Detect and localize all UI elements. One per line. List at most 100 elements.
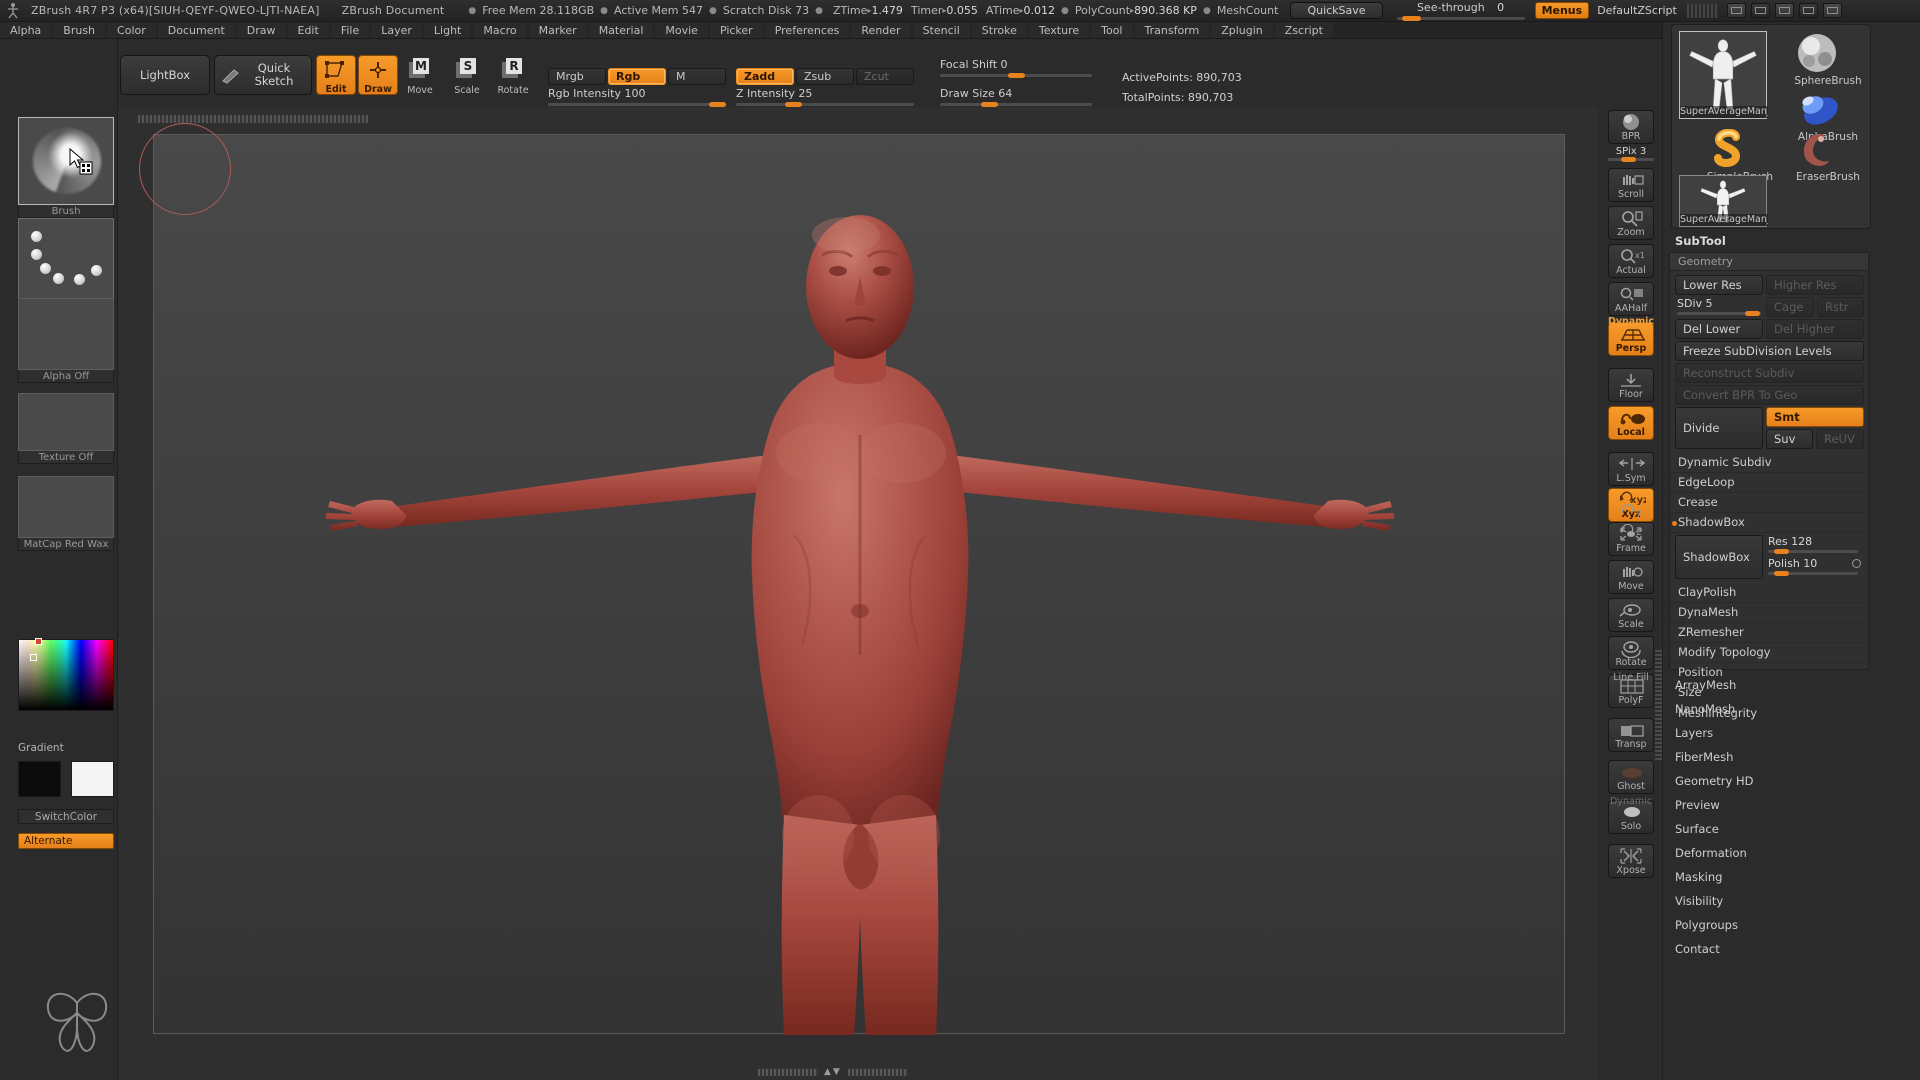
focal-shift-slider[interactable]: Focal Shift 0 xyxy=(940,58,1092,78)
tool-alphabrush[interactable] xyxy=(1782,87,1852,133)
shadowbox-row[interactable]: ShadowBox xyxy=(1670,513,1868,533)
zcut-button[interactable]: Zcut xyxy=(856,68,914,85)
convert-bpr-button[interactable]: Convert BPR To Geo xyxy=(1675,385,1864,405)
shelf-button-bpr[interactable]: BPR xyxy=(1608,110,1654,144)
rotate-button[interactable]: R Rotate xyxy=(493,55,533,96)
shelf-button-l-sym[interactable]: L.Sym xyxy=(1608,452,1654,486)
layout-icon-5[interactable] xyxy=(1822,3,1842,18)
menu-item-tool[interactable]: Tool xyxy=(1091,22,1133,38)
menu-item-macro[interactable]: Macro xyxy=(473,22,527,38)
alpha-swatch[interactable]: Alpha Off xyxy=(18,298,114,383)
zremesher-row[interactable]: ZRemesher xyxy=(1670,623,1868,643)
tool-row-arraymesh[interactable]: ArrayMesh xyxy=(1675,678,1736,692)
tool-row-nanomesh[interactable]: NanoMesh xyxy=(1675,702,1735,716)
del-lower-button[interactable]: Del Lower xyxy=(1675,319,1763,339)
layout-icon-4[interactable] xyxy=(1798,3,1818,18)
polish-knob[interactable] xyxy=(1774,571,1789,576)
color-picker[interactable] xyxy=(18,638,114,711)
suv-button[interactable]: Suv xyxy=(1766,429,1813,449)
switch-color-button[interactable]: SwitchColor xyxy=(18,809,114,824)
edgeloop-row[interactable]: EdgeLoop xyxy=(1670,473,1868,493)
quick-sketch-button[interactable]: Quick Sketch xyxy=(214,55,312,95)
tool-row-visibility[interactable]: Visibility xyxy=(1675,894,1723,908)
shelf-button-rotate[interactable]: Rotate xyxy=(1608,636,1654,670)
layout-icon-3[interactable] xyxy=(1774,3,1794,18)
color-pair[interactable] xyxy=(18,761,114,797)
menu-item-zscript[interactable]: Zscript xyxy=(1274,22,1333,38)
menu-item-preferences[interactable]: Preferences xyxy=(764,22,850,38)
menu-item-movie[interactable]: Movie xyxy=(655,22,708,38)
tool-thumb-superaverageman[interactable]: SuperAverageMan_lo xyxy=(1679,31,1768,119)
higher-res-button[interactable]: Higher Res xyxy=(1766,275,1864,295)
secondary-color-swatch[interactable] xyxy=(71,761,114,797)
rgb-intensity-slider[interactable]: Rgb Intensity 100 xyxy=(548,87,726,107)
edit-button[interactable]: Edit xyxy=(316,55,356,95)
primary-color-swatch[interactable] xyxy=(18,761,61,797)
menus-button[interactable]: Menus xyxy=(1534,2,1590,19)
menu-item-color[interactable]: Color xyxy=(107,22,156,38)
spix-knob[interactable] xyxy=(1621,157,1636,162)
shelf-button-zoom[interactable]: Zoom xyxy=(1608,206,1654,240)
res-slider[interactable]: Res 128 xyxy=(1768,535,1858,554)
claypolish-row[interactable]: ClayPolish xyxy=(1670,583,1868,603)
shelf-button-transp[interactable]: Transp xyxy=(1608,718,1654,752)
divide-button[interactable]: Divide xyxy=(1675,407,1763,449)
rstr-button[interactable]: Rstr xyxy=(1817,297,1864,317)
menu-item-marker[interactable]: Marker xyxy=(528,22,587,38)
shelf-button-aahalf[interactable]: AAHalf xyxy=(1608,282,1654,316)
model-viewport[interactable] xyxy=(154,135,1566,1035)
del-higher-button[interactable]: Del Higher xyxy=(1766,319,1864,339)
shelf-button-xpose[interactable]: Xpose xyxy=(1608,844,1654,878)
tool-row-geometry-hd[interactable]: Geometry HD xyxy=(1675,774,1754,788)
document-canvas[interactable] xyxy=(139,123,1566,1035)
tool-row-polygroups[interactable]: Polygroups xyxy=(1675,918,1738,932)
canvas-grip-right[interactable] xyxy=(847,1068,908,1076)
move-button[interactable]: M Move xyxy=(400,55,440,96)
shelf-button-scale[interactable]: Scale xyxy=(1608,598,1654,632)
canvas-grip-left[interactable] xyxy=(758,1068,818,1076)
shelf-button-floor[interactable]: Floor xyxy=(1608,368,1654,402)
shelf-button-move[interactable]: Move xyxy=(1608,560,1654,594)
menu-item-alpha[interactable]: Alpha xyxy=(0,22,52,38)
spix-slider[interactable]: SPix 3 xyxy=(1608,146,1654,162)
shelf-button-persp[interactable]: Persp xyxy=(1608,322,1654,356)
tool-eraserbrush[interactable] xyxy=(1782,129,1852,173)
menu-item-light[interactable]: Light xyxy=(423,22,472,38)
shelf-button-local[interactable]: Local xyxy=(1608,406,1654,440)
polish-reset-icon[interactable] xyxy=(1852,559,1861,568)
draw-button[interactable]: Draw xyxy=(358,55,398,95)
dynamic-subdiv-row[interactable]: Dynamic Subdiv xyxy=(1670,453,1868,473)
menu-item-picker[interactable]: Picker xyxy=(709,22,763,38)
tool-thumb-superaverageman-2[interactable]: SuperAverageMan_lo xyxy=(1679,175,1768,227)
tool-row-masking[interactable]: Masking xyxy=(1675,870,1722,884)
texture-swatch[interactable]: Texture Off xyxy=(18,393,114,464)
tool-row-layers[interactable]: Layers xyxy=(1675,726,1713,740)
tool-row-surface[interactable]: Surface xyxy=(1675,822,1719,836)
dynamesh-row[interactable]: DynaMesh xyxy=(1670,603,1868,623)
see-through-slider[interactable]: See-through 0 xyxy=(1396,1,1525,21)
lightbox-button[interactable]: LightBox xyxy=(120,55,210,95)
menu-item-zplugin[interactable]: Zplugin xyxy=(1211,22,1273,38)
menu-item-draw[interactable]: Draw xyxy=(236,22,286,38)
menu-item-texture[interactable]: Texture xyxy=(1028,22,1090,38)
reuv-button[interactable]: ReUV xyxy=(1816,429,1864,449)
see-through-knob[interactable] xyxy=(1401,15,1421,21)
axis-y-button[interactable]: y xyxy=(1600,503,1662,518)
material-swatch[interactable]: MatCap Red Wax xyxy=(18,476,114,551)
tool-row-deformation[interactable]: Deformation xyxy=(1675,846,1747,860)
menu-item-stencil[interactable]: Stencil xyxy=(912,22,970,38)
quicksave-button[interactable]: QuickSave xyxy=(1290,2,1383,19)
lower-res-button[interactable]: Lower Res xyxy=(1675,275,1763,295)
sdiv-knob[interactable] xyxy=(1745,311,1760,316)
alternate-button[interactable]: Alternate xyxy=(18,833,114,849)
shelf-button-ghost[interactable]: Ghost xyxy=(1608,760,1654,794)
menu-item-document[interactable]: Document xyxy=(157,22,235,38)
layout-icon-1[interactable] xyxy=(1726,3,1746,18)
mrgb-button[interactable]: Mrgb xyxy=(548,68,606,85)
modify-topology-row[interactable]: Modify Topology xyxy=(1670,643,1868,663)
tool-spherebrush[interactable] xyxy=(1782,31,1852,77)
menu-item-edit[interactable]: Edit xyxy=(287,22,329,38)
z-intensity-slider[interactable]: Z Intensity 25 xyxy=(736,87,914,107)
menu-item-brush[interactable]: Brush xyxy=(53,22,106,38)
canvas-scroll-grip[interactable] xyxy=(138,115,368,123)
